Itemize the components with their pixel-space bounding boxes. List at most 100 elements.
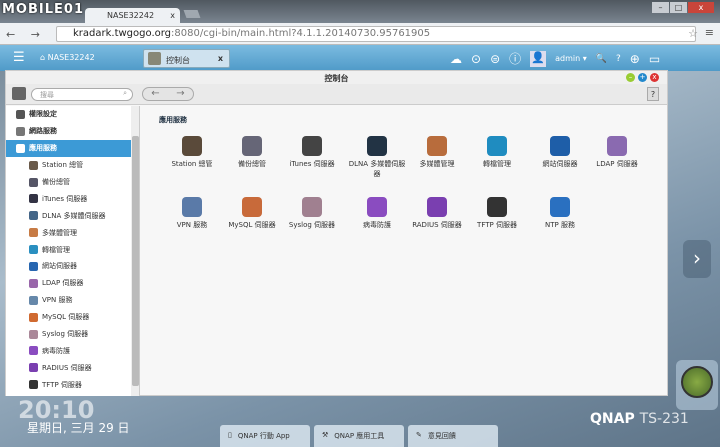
back-button[interactable]: ← <box>151 88 159 100</box>
section-title: 應用服務 <box>159 116 187 124</box>
app-icon-tile[interactable]: DLNA 多媒體伺服器 <box>346 136 408 179</box>
sidebar-item[interactable]: TFTP 伺服器 <box>6 376 139 393</box>
window-toolbar: 搜尋 ⌕ ← → ? <box>6 84 667 105</box>
app-icon-tile[interactable]: 病毒防護 <box>346 197 408 230</box>
app-icon-tile[interactable]: Syslog 伺服器 <box>281 197 343 230</box>
tab-close-icon[interactable]: x <box>170 11 175 20</box>
browser-tab[interactable]: NASE32242 x <box>85 8 180 24</box>
app-icon-tile[interactable]: VPN 服務 <box>161 197 223 230</box>
maximize-button[interactable]: □ <box>670 2 687 13</box>
maximize-button[interactable]: + <box>638 73 647 82</box>
watermark-logo: MOBILE01 <box>2 2 84 17</box>
app-icon-tile[interactable]: Station 總管 <box>161 136 223 169</box>
home-button[interactable]: ⌂ NASE32242 <box>40 53 95 62</box>
sidebar-item-icon <box>29 329 38 339</box>
sidebar-item-label: 轉檔管理 <box>42 245 70 254</box>
background-task-icon[interactable]: ⊙ <box>471 52 481 66</box>
sidebar-item[interactable]: 病毒防護 <box>6 342 139 359</box>
help-button[interactable]: ? <box>647 87 659 101</box>
app-icon-tile[interactable]: 多媒體管理 <box>406 136 468 169</box>
app-label: TFTP 伺服器 <box>477 221 517 229</box>
sidebar-item[interactable]: 備份總管 <box>6 174 139 191</box>
minimize-button[interactable]: – <box>626 73 635 82</box>
url-input[interactable]: kradark.twgogo.org:8080/cgi-bin/main.htm… <box>56 26 696 42</box>
browser-menu-icon[interactable]: ≡ <box>705 26 714 39</box>
sidebar-item[interactable]: RADIUS 伺服器 <box>6 359 139 376</box>
app-icon-tile[interactable]: RADIUS 伺服器 <box>406 197 468 230</box>
dashboard-icon[interactable]: ▭ <box>649 52 660 66</box>
next-page-arrow[interactable]: › <box>683 240 711 278</box>
new-tab-button[interactable] <box>183 10 201 18</box>
search-icon: ⌕ <box>123 89 127 97</box>
user-menu[interactable]: admin ▾ <box>555 54 587 63</box>
app-icon-tile[interactable]: TFTP 伺服器 <box>466 197 528 230</box>
main-menu-icon[interactable]: ☰ <box>13 50 25 65</box>
qts-top-bar: ☰ ⌂ NASE32242 控制台 x ☁ ⊙ ⊜ ⓘ 👤 admin ▾ 🔍 ?… <box>0 45 720 71</box>
url-path: :8080/cgi-bin/main.html?4.1.1.20140730.9… <box>171 28 431 39</box>
sidebar-item-label: DLNA 多媒體伺服器 <box>42 211 106 220</box>
phone-icon: ▯ <box>228 431 232 439</box>
dock-feedback[interactable]: ✎ 意見回饋 <box>408 425 498 447</box>
sidebar-item[interactable]: 網站伺服器 <box>6 258 139 275</box>
sidebar-item[interactable]: 應用服務 <box>6 139 139 157</box>
nas-name: NASE32242 <box>47 53 95 62</box>
sidebar-item[interactable]: 多媒體管理 <box>6 224 139 241</box>
sidebar-item-icon <box>16 126 25 136</box>
app-icon-tile[interactable]: NTP 服務 <box>529 197 591 230</box>
dock-utilities[interactable]: ⚒ QNAP 應用工具 <box>314 425 404 447</box>
search-icon[interactable]: 🔍 <box>596 54 607 64</box>
sidebar-item-icon <box>29 380 38 390</box>
sidebar-item-icon <box>29 160 38 170</box>
app-icon <box>302 136 322 156</box>
sidebar-item[interactable]: 轉檔管理 <box>6 241 139 258</box>
resource-monitor-widget[interactable] <box>676 360 718 410</box>
sidebar-item[interactable]: iTunes 伺服器 <box>6 190 139 207</box>
language-icon[interactable]: ⊕ <box>630 52 640 66</box>
sidebar-item-icon <box>29 278 38 288</box>
forward-button[interactable]: → <box>176 88 184 100</box>
app-icon-tile[interactable]: 網站伺服器 <box>529 136 591 169</box>
sidebar-item[interactable]: DLNA 多媒體伺服器 <box>6 207 139 224</box>
external-device-icon[interactable]: ⊜ <box>490 52 500 66</box>
sidebar-item[interactable]: MySQL 伺服器 <box>6 309 139 326</box>
info-icon[interactable]: ⓘ <box>509 50 521 67</box>
bookmark-star-icon[interactable]: ☆ <box>688 27 698 40</box>
tab-close-icon[interactable]: x <box>218 54 223 63</box>
app-icon-tile[interactable]: 備份總管 <box>221 136 283 169</box>
tab-control-panel[interactable]: 控制台 x <box>143 49 230 68</box>
search-input[interactable]: 搜尋 ⌕ <box>31 88 133 101</box>
sidebar-item[interactable]: 網路服務 <box>6 123 139 140</box>
minimize-button[interactable]: – <box>652 2 669 13</box>
close-button[interactable]: x <box>688 2 714 13</box>
app-label: 多媒體管理 <box>419 160 455 168</box>
sidebar-item[interactable]: Syslog 伺服器 <box>6 326 139 343</box>
content-area: 應用服務 Station 總管 備份總管 iTunes 伺服器 DLNA 多媒體伺服器… <box>141 106 668 396</box>
sidebar-item-label: LDAP 伺服器 <box>42 279 84 288</box>
scrollbar-thumb[interactable] <box>132 136 139 386</box>
dock-label: QNAP 應用工具 <box>334 432 385 440</box>
dock-mobile-app[interactable]: ▯ QNAP 行動 App <box>220 425 310 447</box>
sidebar-item[interactable]: Station 總管 <box>6 157 139 174</box>
top-icons: ☁ ⊙ ⊜ ⓘ 👤 admin ▾ 🔍 ? ⊕ ▭ <box>450 50 660 67</box>
sidebar-item-label: RADIUS 伺服器 <box>42 363 92 372</box>
model-name: TS-231 <box>639 411 689 427</box>
sidebar-item-icon <box>29 346 38 356</box>
sidebar-item[interactable]: LDAP 伺服器 <box>6 275 139 292</box>
sidebar: 權限設定 網路服務 應用服務 Station 總管 備份總管 iTunes 伺服器 DLNA… <box>6 106 140 396</box>
app-icon <box>607 136 627 156</box>
app-icon-tile[interactable]: MySQL 伺服器 <box>221 197 283 230</box>
sidebar-item[interactable]: VPN 服務 <box>6 292 139 309</box>
brand-logo: QNAP TS-231 <box>590 411 689 427</box>
app-icon <box>367 136 387 156</box>
close-button[interactable]: x <box>650 73 659 82</box>
help-icon[interactable]: ? <box>616 54 621 64</box>
app-icon-tile[interactable]: LDAP 伺服器 <box>586 136 648 169</box>
app-icon <box>550 197 570 217</box>
app-icon-tile[interactable]: 轉檔管理 <box>466 136 528 169</box>
cloud-icon[interactable]: ☁ <box>450 52 462 66</box>
sidebar-item[interactable]: 權限設定 <box>6 106 139 123</box>
app-label: 網站伺服器 <box>542 160 578 168</box>
app-icon-tile[interactable]: iTunes 伺服器 <box>281 136 343 169</box>
sidebar-item-label: iTunes 伺服器 <box>42 194 88 203</box>
sidebar-toggle-button[interactable] <box>12 87 26 100</box>
